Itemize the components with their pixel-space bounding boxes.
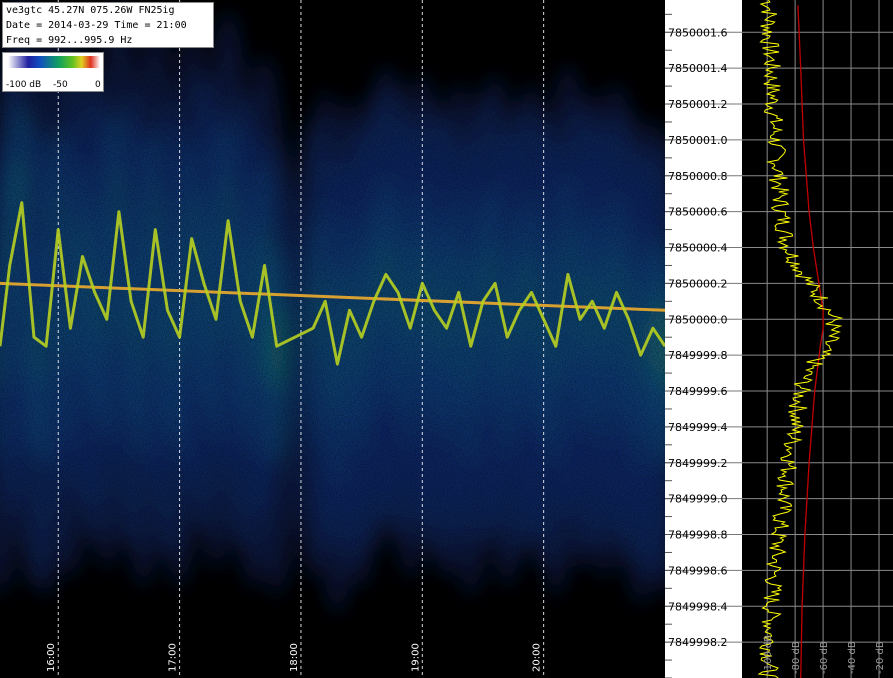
- color-scale-legend: -100 dB -50 0: [2, 52, 104, 92]
- y-tick-label: 7849998.2: [668, 636, 728, 649]
- y-tick-label: 7849999.6: [668, 385, 728, 398]
- x-tick-label: 18:00: [289, 643, 300, 672]
- y-tick-label: 7850000.6: [668, 206, 728, 219]
- y-tick-label: 7849998.8: [668, 529, 728, 542]
- spectrum-x-label: -40 dB: [847, 641, 858, 674]
- spectrogram-figure: 16:00 17:00 18:00 19:00 20:00 7850001.678500…: [0, 0, 893, 678]
- y-tick-label: 7849999.4: [668, 421, 728, 434]
- spectrum-x-label: -60 dB: [819, 641, 830, 674]
- x-tick-label: 20:00: [532, 643, 543, 672]
- y-tick-label: 7849999.0: [668, 493, 728, 506]
- date-text: Date = 2014-03-29 Time = 21:00: [6, 20, 187, 31]
- scale-label-max: 0: [95, 80, 101, 90]
- y-tick-label: 7850000.4: [668, 242, 728, 255]
- station-text: ve3gtc 45.27N 075.26W FN25ig: [6, 5, 175, 16]
- y-tick-label: 7850000.2: [668, 277, 728, 290]
- spectrum-x-label: -100 dB: [763, 635, 774, 674]
- y-tick-label: 7849998.6: [668, 564, 728, 577]
- y-tick-label: 7850000.8: [668, 170, 728, 183]
- scale-label-min: -100 dB: [6, 80, 42, 90]
- spectrum-panel: -100 dB -80 dB -60 dB -40 dB -20 dB: [742, 0, 893, 678]
- x-tick-label: 19:00: [410, 643, 421, 672]
- y-tick-label: 7850001.2: [668, 98, 728, 111]
- heatmap-area: [0, 0, 665, 678]
- y-axis-panel: 7850001.6 7850001.4 7850001.2 7850001.0 7850…: [665, 0, 742, 678]
- spectrum-background: [742, 0, 893, 678]
- y-tick-label: 7849999.8: [668, 349, 728, 362]
- y-tick-label: 7850001.4: [668, 62, 728, 75]
- y-tick-label: 7850001.0: [668, 134, 728, 147]
- spectrum-x-label: -80 dB: [791, 641, 802, 674]
- x-tick-label: 16:00: [46, 643, 57, 672]
- freq-text: Freq = 992...995.9 Hz: [6, 35, 133, 46]
- station-info-box: ve3gtc 45.27N 075.26W FN25ig Date = 2014…: [2, 2, 214, 48]
- y-tick-label: 7849998.4: [668, 600, 728, 613]
- spectrum-x-label: -20 dB: [875, 641, 886, 674]
- y-tick-label: 7849999.2: [668, 457, 728, 470]
- color-scale-bar: [8, 56, 100, 68]
- scale-label-mid: -50: [53, 80, 68, 90]
- x-tick-label: 17:00: [168, 643, 179, 672]
- y-tick-label: 7850000.0: [668, 313, 728, 326]
- y-tick-label: 7850001.6: [668, 26, 728, 39]
